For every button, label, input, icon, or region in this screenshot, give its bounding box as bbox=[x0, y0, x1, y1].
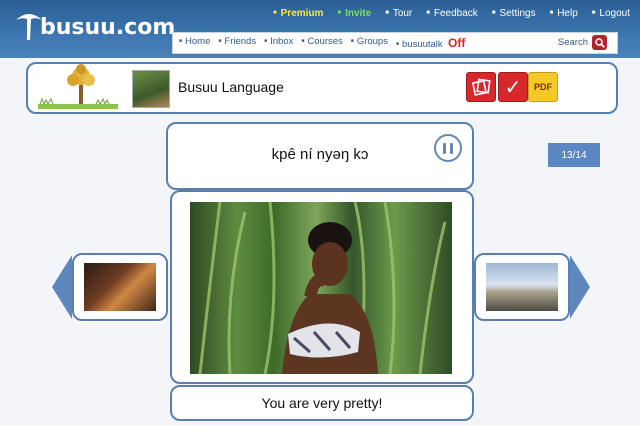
top-navigation: Premium Invite Tour Feedback Settings He… bbox=[273, 8, 630, 19]
nav-home[interactable]: Home bbox=[179, 36, 210, 50]
nav-busuutalk-group: busuutalk Off bbox=[396, 36, 465, 50]
review-check-button[interactable]: ✓ bbox=[498, 72, 528, 102]
flashcards-icon bbox=[471, 78, 491, 96]
next-card bbox=[474, 253, 570, 321]
search-button[interactable] bbox=[592, 35, 607, 50]
prev-card bbox=[72, 253, 168, 321]
nav-friends[interactable]: Friends bbox=[218, 36, 256, 50]
nav-inbox[interactable]: Inbox bbox=[264, 36, 293, 50]
site-logo[interactable]: busuu.com bbox=[40, 15, 175, 40]
photo-illustration bbox=[198, 202, 447, 374]
course-title: Busuu Language bbox=[178, 79, 284, 95]
next-thumbnail[interactable] bbox=[486, 263, 558, 311]
translation-card: You are very pretty! bbox=[170, 385, 474, 421]
feedback-link[interactable]: Feedback bbox=[426, 8, 478, 19]
busuutalk-status: Off bbox=[448, 36, 466, 50]
search-label[interactable]: Search bbox=[558, 37, 588, 48]
main-photo-card bbox=[170, 190, 474, 384]
pause-icon bbox=[443, 142, 446, 154]
search-icon bbox=[594, 37, 605, 48]
course-bar: Busuu Language ✓ PDF bbox=[26, 62, 618, 114]
settings-link[interactable]: Settings bbox=[492, 8, 535, 19]
prev-thumbnail[interactable] bbox=[84, 263, 156, 311]
course-avatar[interactable] bbox=[132, 70, 170, 108]
tour-link[interactable]: Tour bbox=[385, 8, 412, 19]
next-arrow-icon[interactable] bbox=[570, 255, 590, 319]
site-header: busuu.com Premium Invite Tour Feedback S… bbox=[0, 0, 640, 58]
logout-link[interactable]: Logout bbox=[592, 8, 630, 19]
help-link[interactable]: Help bbox=[550, 8, 578, 19]
phrase-card: kpê ní nyəŋ kɔ bbox=[166, 122, 474, 190]
check-icon: ✓ bbox=[504, 76, 522, 99]
phrase-text: kpê ní nyəŋ kɔ bbox=[271, 146, 369, 163]
nav-courses[interactable]: Courses bbox=[301, 36, 342, 50]
invite-link[interactable]: Invite bbox=[337, 8, 371, 19]
card-counter: 13/14 bbox=[548, 143, 600, 167]
pause-button[interactable] bbox=[434, 134, 462, 162]
pdf-icon: PDF bbox=[534, 82, 552, 92]
nav-groups[interactable]: Groups bbox=[351, 36, 388, 50]
premium-link[interactable]: Premium bbox=[273, 8, 324, 19]
flashcards-button[interactable] bbox=[466, 72, 496, 102]
nav-busuutalk[interactable]: busuutalk bbox=[396, 39, 443, 50]
main-photo bbox=[190, 202, 452, 374]
search-area: Search bbox=[558, 35, 607, 50]
prev-arrow-icon[interactable] bbox=[52, 255, 72, 319]
sub-navigation: Home Friends Inbox Courses Groups busuut… bbox=[172, 32, 618, 54]
pdf-download-button[interactable]: PDF bbox=[528, 72, 558, 102]
course-tree-illustration bbox=[38, 64, 118, 109]
translation-text: You are very pretty! bbox=[261, 395, 383, 411]
